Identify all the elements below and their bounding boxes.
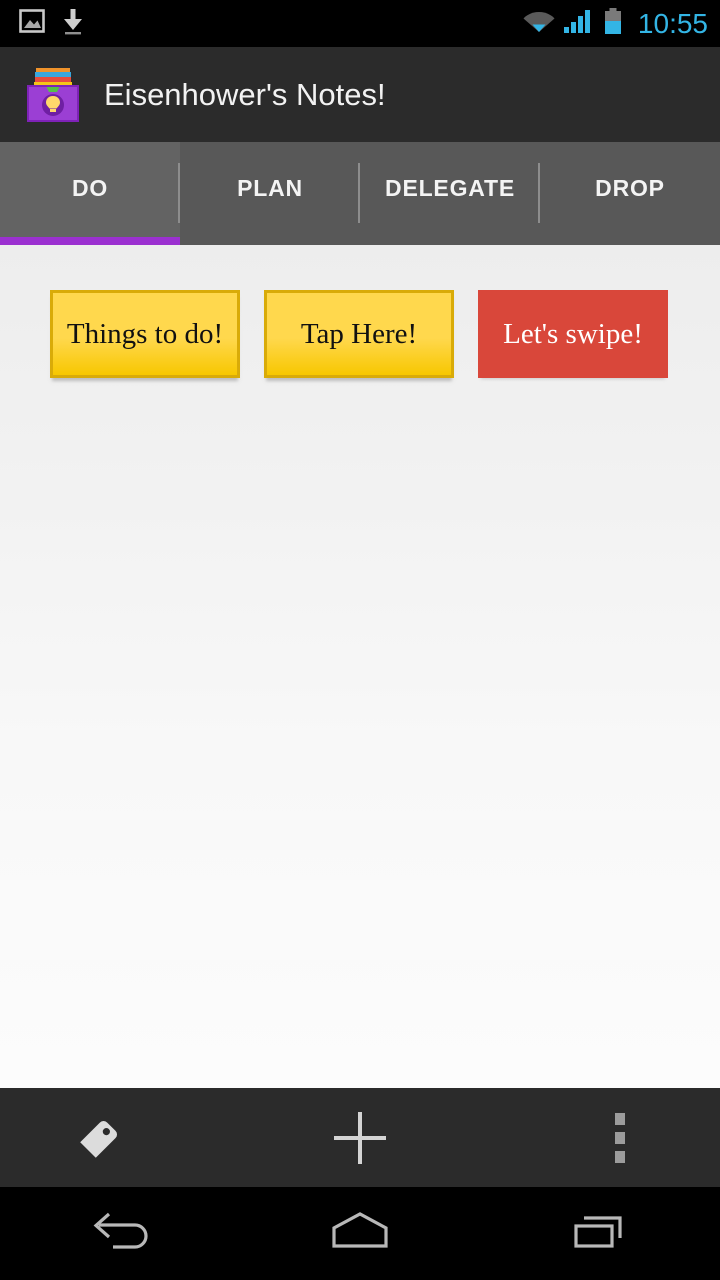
- tab-label: PLAN: [237, 174, 303, 201]
- download-icon: [60, 7, 86, 40]
- tab-do[interactable]: DO: [0, 142, 180, 245]
- bottom-action-bar: [0, 1088, 720, 1187]
- note-card-text: Let's swipe!: [503, 317, 643, 350]
- tag-icon: [73, 1111, 127, 1165]
- status-bar-right-icons: 10:55: [523, 7, 720, 40]
- note-card-text: Tap Here!: [300, 317, 418, 350]
- tab-selected-indicator: [0, 237, 180, 245]
- notes-grid: Things to do! Tap Here! Let's swipe!: [0, 245, 720, 378]
- back-arrow-icon: [85, 1204, 155, 1263]
- nav-home-button[interactable]: [240, 1204, 480, 1263]
- home-icon: [320, 1204, 400, 1263]
- recent-apps-icon: [562, 1204, 638, 1263]
- overflow-menu-button[interactable]: [520, 1112, 720, 1163]
- wifi-icon: [523, 8, 555, 39]
- android-screen: 10:55 Eisenhower's Notes! DO PLAN DELEGA…: [0, 0, 720, 1280]
- tab-bar: DO PLAN DELEGATE DROP: [0, 142, 720, 245]
- app-logo-card-box-icon[interactable]: [22, 64, 84, 126]
- status-bar: 10:55: [0, 0, 720, 47]
- note-card-text: Things to do!: [66, 317, 224, 350]
- tab-label: DROP: [595, 174, 665, 201]
- status-bar-left-icons: [0, 7, 86, 40]
- battery-icon: [603, 7, 623, 40]
- tab-delegate[interactable]: DELEGATE: [360, 142, 540, 245]
- image-icon: [18, 7, 46, 40]
- overflow-dots-icon: [615, 1112, 625, 1163]
- note-card[interactable]: Let's swipe!: [478, 290, 668, 378]
- tab-label: DELEGATE: [385, 174, 515, 201]
- tag-button[interactable]: [0, 1111, 200, 1165]
- tab-label: DO: [71, 174, 109, 201]
- note-card[interactable]: Tap Here!: [264, 290, 454, 378]
- status-bar-clock: 10:55: [637, 7, 708, 39]
- plus-icon: [334, 1111, 386, 1164]
- notes-content-area: Things to do! Tap Here! Let's swipe!: [0, 245, 720, 1088]
- system-navigation-bar: [0, 1187, 720, 1280]
- nav-back-button[interactable]: [0, 1204, 240, 1263]
- tab-plan[interactable]: PLAN: [180, 142, 360, 245]
- app-title-bar: Eisenhower's Notes!: [0, 47, 720, 142]
- page-title: Eisenhower's Notes!: [104, 76, 386, 112]
- cellular-signal-icon: [563, 8, 594, 39]
- add-note-button[interactable]: [200, 1111, 520, 1164]
- nav-recents-button[interactable]: [480, 1204, 720, 1263]
- note-card[interactable]: Things to do!: [50, 290, 240, 378]
- tab-drop[interactable]: DROP: [540, 142, 720, 245]
